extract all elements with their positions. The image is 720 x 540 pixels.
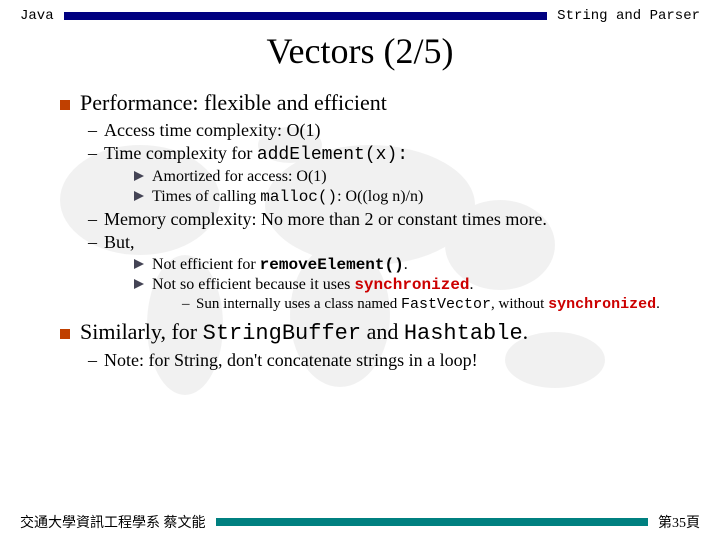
point-access-complexity: Access time complexity: O(1)	[88, 120, 690, 141]
point-but: But, Not efficient for removeElement(). …	[88, 232, 690, 313]
header-right: String and Parser	[557, 8, 700, 24]
footer-left: 交通大學資訊工程學系 蔡文能	[20, 512, 206, 532]
arrow-bullet-icon	[134, 259, 144, 269]
point-amortized: Amortized for access: O(1)	[134, 168, 690, 186]
point-memory-complexity: Memory complexity: No more than 2 or con…	[88, 209, 690, 230]
arrow-bullet-icon	[134, 171, 144, 181]
point-fastvector: Sun internally uses a class named FastVe…	[182, 296, 690, 313]
point-similarly: Similarly, for StringBuffer and Hashtabl…	[80, 319, 528, 346]
footer-right: 第35頁	[658, 512, 700, 532]
bullet-square-icon	[60, 100, 70, 110]
point-string-note: Note: for String, don't concatenate stri…	[88, 350, 690, 371]
slide-title: Vectors (2/5)	[0, 30, 720, 72]
point-addelement-complexity: Time complexity for addElement(x): Amort…	[88, 143, 690, 206]
header-left: Java	[20, 8, 54, 24]
arrow-bullet-icon	[134, 279, 144, 289]
header-rule	[64, 12, 548, 20]
point-performance: Performance: flexible and efficient	[80, 90, 387, 116]
point-synchronized-inefficient: Not so efficient because it uses synchro…	[134, 276, 690, 313]
header-bar: Java String and Parser	[0, 0, 720, 24]
point-remove-inefficient: Not efficient for removeElement().	[134, 256, 690, 274]
arrow-bullet-icon	[134, 191, 144, 201]
slide-body: Performance: flexible and efficient Acce…	[0, 90, 720, 371]
point-malloc-calls: Times of calling malloc(): O((log n)/n)	[134, 188, 690, 206]
footer-rule	[216, 518, 649, 526]
footer-bar: 交通大學資訊工程學系 蔡文能 第35頁	[0, 512, 720, 532]
bullet-square-icon	[60, 329, 70, 339]
